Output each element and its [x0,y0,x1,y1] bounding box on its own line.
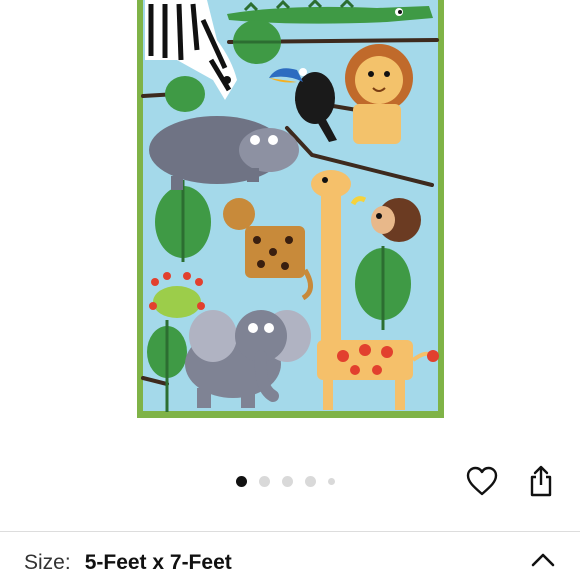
favorite-button[interactable] [464,463,500,499]
size-selector[interactable]: Size: 5-Feet x 7-Feet [0,545,580,580]
carousel-dot-3[interactable] [282,475,293,487]
size-value: 5-Feet x 7-Feet [84,550,232,574]
leaf-top [233,20,281,64]
size-label: Size: [24,550,71,574]
share-icon [530,465,552,497]
image-carousel-indicator [236,475,335,487]
carousel-dot-2[interactable] [259,475,270,487]
size-toggle-button[interactable] [528,548,558,572]
carousel-dot-4[interactable] [305,475,316,487]
section-divider [0,531,580,532]
share-button[interactable] [523,463,559,499]
heart-icon [466,466,498,496]
chevron-up-icon [531,553,555,567]
product-image[interactable] [137,0,444,418]
carousel-dot-5[interactable] [328,477,335,485]
leaf-left [165,76,205,112]
carousel-dot-1[interactable] [236,475,247,487]
